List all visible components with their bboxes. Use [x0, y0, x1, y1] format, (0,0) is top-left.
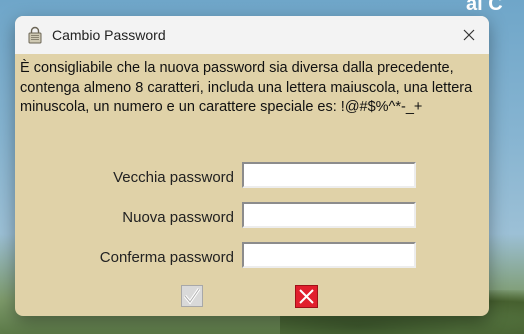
dialog-title: Cambio Password — [52, 27, 166, 43]
confirm-password-row: Conferma password — [15, 242, 489, 272]
confirm-button[interactable] — [181, 285, 203, 307]
x-icon — [299, 289, 314, 304]
close-icon — [463, 29, 475, 41]
new-password-label: Nuova password — [122, 209, 234, 226]
new-password-row: Nuova password — [15, 202, 489, 232]
old-password-label: Vecchia password — [113, 169, 234, 186]
old-password-row: Vecchia password — [15, 162, 489, 192]
dialog-titlebar[interactable]: Cambio Password — [15, 16, 489, 54]
background-caption: al C — [466, 0, 503, 15]
close-button[interactable] — [459, 25, 479, 45]
old-password-input[interactable] — [242, 162, 416, 188]
change-password-dialog: Cambio Password È consigliabile che la n… — [15, 16, 489, 316]
confirm-password-label: Conferma password — [99, 249, 234, 266]
password-policy-message: È consigliabile che la nuova password si… — [20, 60, 473, 115]
new-password-input[interactable] — [242, 202, 416, 228]
confirm-password-input[interactable] — [242, 242, 416, 268]
padlock-icon — [28, 26, 42, 44]
desktop-background: al C Cambio Password È consigliabile che… — [0, 0, 524, 334]
checkmark-icon — [183, 288, 201, 305]
cancel-button[interactable] — [295, 285, 318, 308]
